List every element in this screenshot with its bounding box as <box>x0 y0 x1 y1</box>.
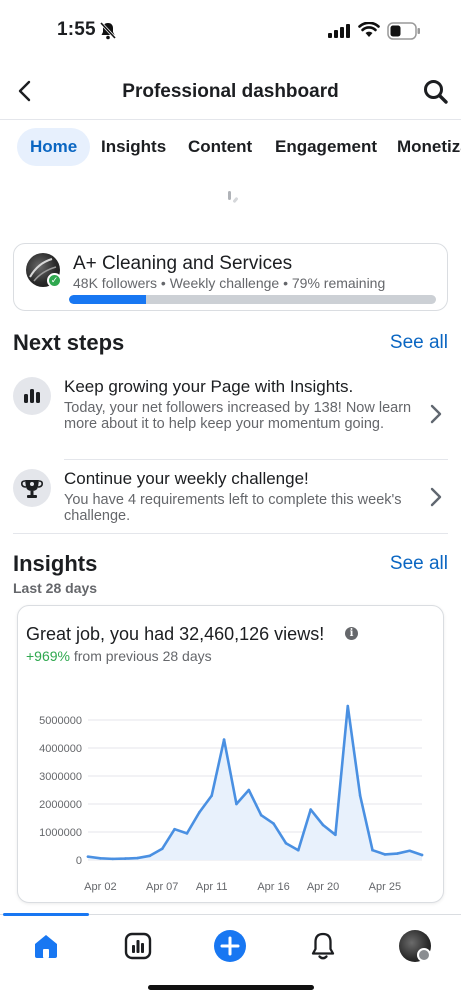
data-point <box>309 808 312 811</box>
check-badge-icon: ✓ <box>47 273 62 288</box>
cellular-signal-icon <box>328 24 350 38</box>
data-point <box>334 833 337 837</box>
x-tick-label: Apr 02 <box>84 881 116 893</box>
create-icon[interactable] <box>213 929 247 963</box>
next-steps-see-all-link[interactable]: See all <box>390 332 448 354</box>
data-point <box>185 832 189 835</box>
insights-see-all-link[interactable]: See all <box>390 553 448 575</box>
bell-off-icon <box>100 22 116 40</box>
page-meta: 48K followers • Weekly challenge • 79% r… <box>73 275 386 291</box>
data-point <box>210 794 214 797</box>
tab-engagement[interactable]: Engagement <box>275 128 377 166</box>
data-point <box>321 823 325 827</box>
delta-value: +969% <box>26 648 70 664</box>
profile-icon[interactable] <box>399 930 431 962</box>
views-chart-card[interactable]: Great job, you had 32,460,126 views! i +… <box>17 605 444 903</box>
data-point <box>99 857 102 860</box>
data-point <box>371 848 374 852</box>
x-tick-label: Apr 16 <box>257 881 289 893</box>
x-tick-label: Apr 07 <box>146 881 178 893</box>
data-point <box>358 794 362 797</box>
data-point <box>272 822 275 825</box>
wifi-icon <box>358 22 380 37</box>
weekly-challenge-card[interactable]: ✓ A+ Cleaning and Services 48K followers… <box>13 243 448 311</box>
data-point <box>395 852 399 855</box>
data-point <box>296 848 300 852</box>
data-point <box>383 853 387 856</box>
x-tick-label: Apr 20 <box>307 881 339 893</box>
next-step-insights[interactable]: Keep growing your Page with Insights. To… <box>0 370 461 458</box>
data-point <box>173 827 176 831</box>
tab-home[interactable]: Home <box>17 128 91 166</box>
next-step-weekly-challenge[interactable]: Continue your weekly challenge! You have… <box>0 462 461 532</box>
views-line-chart: 5000000 4000000 3000000 2000000 1000000 0 Apr … <box>39 704 424 893</box>
insights-period: Last 28 days <box>13 580 98 596</box>
loading-spinner-icon <box>228 191 238 203</box>
insights-title: Insights <box>13 551 98 576</box>
y-tick-label: 5000000 <box>39 715 82 727</box>
challenge-progress-fill <box>69 295 147 304</box>
y-tick-label: 4000000 <box>39 743 82 755</box>
step-title: Keep growing your Page with Insights. <box>64 377 354 396</box>
views-delta: +969% from previous 28 days <box>26 648 212 664</box>
data-point <box>222 738 226 741</box>
data-point <box>86 855 90 858</box>
data-point <box>160 847 164 851</box>
data-point <box>123 857 127 860</box>
data-point <box>136 856 139 860</box>
status-time: 1:55 <box>57 19 96 40</box>
home-indicator <box>148 985 314 990</box>
data-point <box>235 802 238 806</box>
data-point <box>346 704 350 708</box>
info-icon[interactable]: i <box>345 627 358 640</box>
y-tick-label: 0 <box>76 855 82 867</box>
menu-badge-icon <box>417 948 431 962</box>
tab-content[interactable]: Content <box>188 128 252 166</box>
status-bar: 1:55 <box>0 0 461 62</box>
views-area <box>88 706 422 860</box>
tab-insights[interactable]: Insights <box>101 128 166 166</box>
step-title: Continue your weekly challenge! <box>64 469 309 488</box>
data-point <box>247 788 251 792</box>
data-point <box>420 853 424 857</box>
next-steps-title: Next steps <box>13 330 125 355</box>
challenge-progress-bar <box>69 295 436 304</box>
chevron-right-icon <box>430 404 442 424</box>
app-header: Professional dashboard <box>0 62 461 120</box>
search-icon[interactable] <box>421 77 451 107</box>
notifications-icon[interactable] <box>307 930 339 962</box>
x-tick-label: Apr 11 <box>196 881 228 893</box>
y-tick-label: 1000000 <box>39 827 82 839</box>
home-icon[interactable] <box>30 930 62 962</box>
insights-icon[interactable] <box>122 930 154 962</box>
dashboard-tabs: Home Insights Content Engagement Monetiz… <box>0 121 461 173</box>
data-point <box>259 813 263 817</box>
delta-text: from previous 28 days <box>73 648 212 664</box>
data-point <box>148 854 152 858</box>
trophy-icon <box>13 469 51 507</box>
nav-active-indicator <box>3 913 89 916</box>
data-point <box>111 857 115 861</box>
page-title: Professional dashboard <box>122 81 339 102</box>
step-description: Today, your net followers increased by 1… <box>64 400 412 432</box>
bar-chart-icon <box>13 377 51 415</box>
x-tick-label: Apr 25 <box>369 881 401 893</box>
y-tick-label: 3000000 <box>39 771 82 783</box>
battery-icon <box>387 22 420 40</box>
y-tick-label: 2000000 <box>39 799 82 811</box>
views-headline: Great job, you had 32,460,126 views! <box>26 624 325 644</box>
step-description: You have 4 requirements left to complete… <box>64 492 402 524</box>
page-name: A+ Cleaning and Services <box>73 253 293 274</box>
tab-monetization[interactable]: Monetiza <box>397 128 461 166</box>
data-point <box>408 849 411 853</box>
data-point <box>198 811 201 814</box>
data-point <box>284 841 288 845</box>
divider <box>64 459 448 460</box>
chevron-right-icon <box>430 487 442 507</box>
divider <box>13 533 448 534</box>
